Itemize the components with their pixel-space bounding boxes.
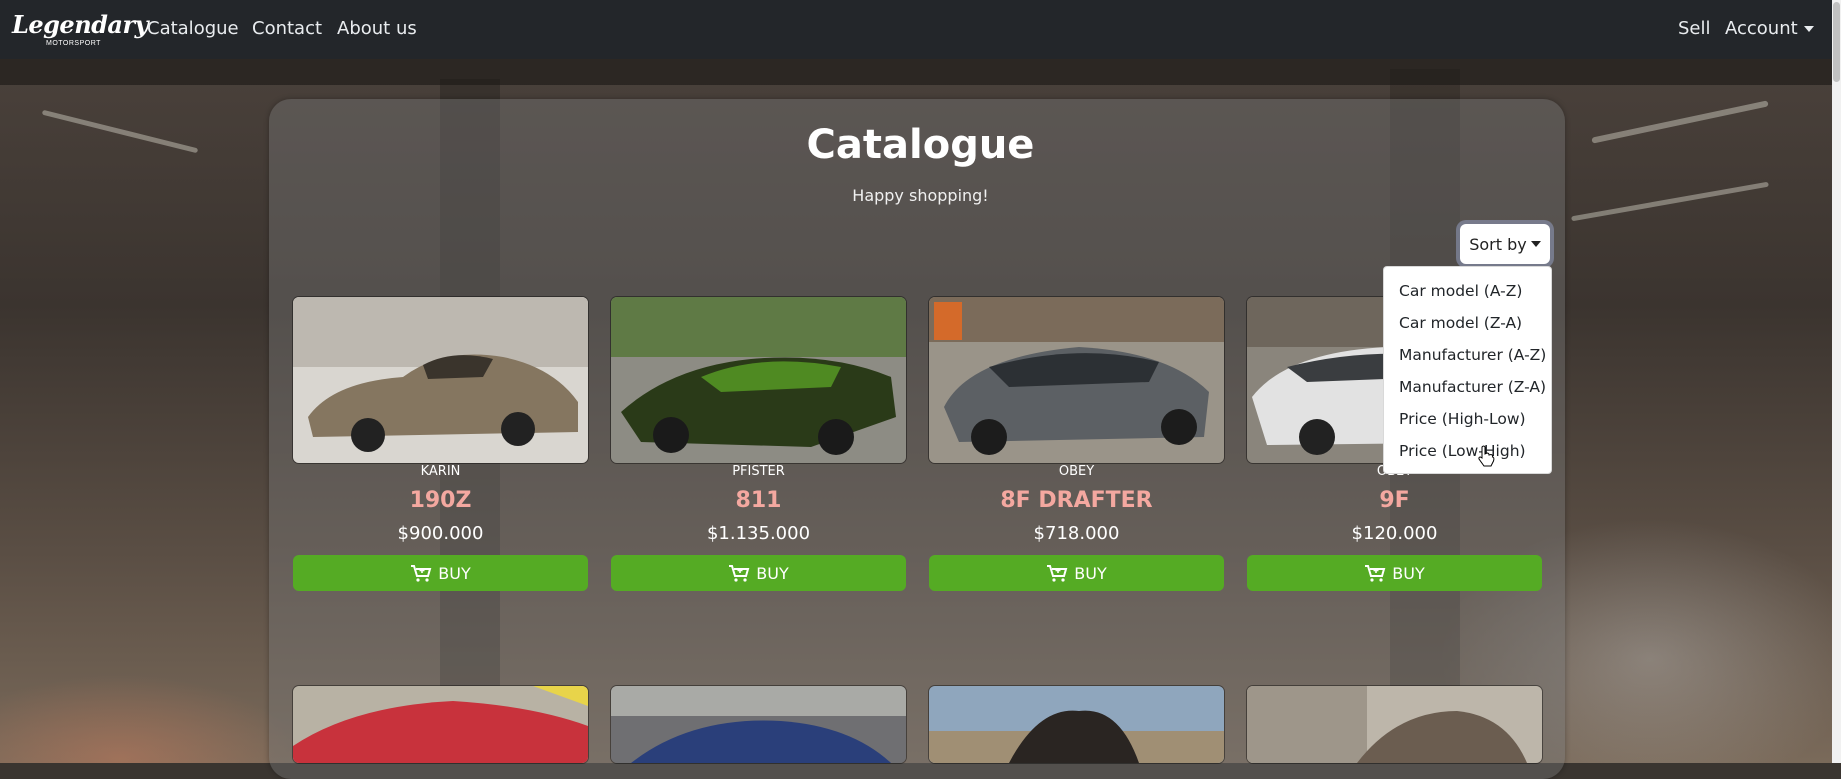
cart-plus-icon	[411, 565, 432, 582]
car-model[interactable]: 811	[611, 488, 906, 514]
buy-button[interactable]: BUY	[611, 555, 906, 591]
car-card	[293, 686, 588, 763]
car-price: $1.135.000	[706, 523, 811, 544]
chevron-down-icon	[1803, 26, 1814, 32]
page-subtitle: Happy shopping!	[852, 186, 989, 205]
car-photo	[611, 686, 906, 763]
account-dropdown-toggle[interactable]: Account	[1725, 18, 1814, 39]
car-manufacturer: OBEY	[1058, 464, 1095, 479]
car-photo	[611, 297, 906, 463]
brand-logo[interactable]: Legendary MOTORSPORT	[12, 8, 149, 50]
sort-option-manufacturer-az[interactable]: Manufacturer (A-Z)	[1384, 339, 1551, 371]
car-price: $900.000	[397, 523, 484, 544]
buy-button-label: BUY	[1074, 563, 1107, 583]
car-manufacturer: KARIN	[420, 464, 461, 479]
nav-link-contact[interactable]: Contact	[252, 18, 322, 39]
cart-plus-icon	[1365, 565, 1386, 582]
sort-option-manufacturer-za[interactable]: Manufacturer (Z-A)	[1384, 371, 1551, 403]
car-model[interactable]: 190Z	[293, 488, 588, 514]
car-photo	[293, 686, 588, 763]
car-price: $718.000	[1033, 523, 1120, 544]
buy-button-label: BUY	[756, 563, 789, 583]
nav-link-catalogue[interactable]: Catalogue	[147, 18, 239, 39]
buy-button[interactable]: BUY	[929, 555, 1224, 591]
brand-logo-subtitle: MOTORSPORT	[46, 40, 101, 47]
car-image[interactable]	[293, 686, 588, 763]
sort-option-price-high-low[interactable]: Price (High-Low)	[1384, 403, 1551, 435]
car-card: OBEY 8F DRAFTER $718.000 BUY	[929, 297, 1224, 591]
car-image[interactable]	[611, 297, 906, 463]
nav-link-about-us[interactable]: About us	[337, 18, 417, 39]
car-model[interactable]: 9F	[1247, 488, 1542, 514]
car-image[interactable]	[611, 686, 906, 763]
cart-plus-icon	[729, 565, 750, 582]
buy-button[interactable]: BUY	[1247, 555, 1542, 591]
nav-link-sell[interactable]: Sell	[1678, 18, 1711, 39]
car-photo	[293, 297, 588, 463]
page-scrollbar[interactable]	[1832, 0, 1841, 763]
sort-by-label: Sort by	[1469, 234, 1527, 254]
car-model[interactable]: 8F DRAFTER	[929, 488, 1224, 514]
buy-button-label: BUY	[438, 563, 471, 583]
buy-button-label: BUY	[1392, 563, 1425, 583]
hand-cursor-icon	[1478, 445, 1495, 467]
car-photo	[1247, 686, 1542, 763]
car-image[interactable]	[293, 297, 588, 463]
car-image[interactable]	[929, 297, 1224, 463]
sort-option-car-model-za[interactable]: Car model (Z-A)	[1384, 307, 1551, 339]
buy-button[interactable]: BUY	[293, 555, 588, 591]
scrollbar-thumb[interactable]	[1833, 2, 1840, 82]
car-manufacturer: PFISTER	[732, 464, 785, 479]
car-card	[929, 686, 1224, 763]
page-title: Catalogue	[806, 122, 1035, 168]
car-card: PFISTER 811 $1.135.000 BUY	[611, 297, 906, 591]
car-image[interactable]	[929, 686, 1224, 763]
sort-dropdown-menu: Car model (A-Z) Car model (Z-A) Manufact…	[1383, 266, 1552, 474]
account-label: Account	[1725, 18, 1798, 39]
sort-by-button[interactable]: Sort by	[1460, 224, 1550, 264]
sort-option-car-model-az[interactable]: Car model (A-Z)	[1384, 275, 1551, 307]
chevron-down-icon	[1530, 241, 1541, 247]
car-price: $120.000	[1351, 523, 1438, 544]
brand-logo-script: Legendary	[12, 10, 149, 39]
cart-plus-icon	[1047, 565, 1068, 582]
car-card	[611, 686, 906, 763]
car-card: KARIN 190Z $900.000 BUY	[293, 297, 588, 591]
sort-option-price-low-high[interactable]: Price (Low-High)	[1384, 435, 1551, 467]
car-image[interactable]	[1247, 686, 1542, 763]
car-photo	[929, 686, 1224, 763]
car-card	[1247, 686, 1542, 763]
car-photo	[929, 297, 1224, 463]
top-navbar: Legendary MOTORSPORT Catalogue Contact A…	[0, 0, 1841, 59]
